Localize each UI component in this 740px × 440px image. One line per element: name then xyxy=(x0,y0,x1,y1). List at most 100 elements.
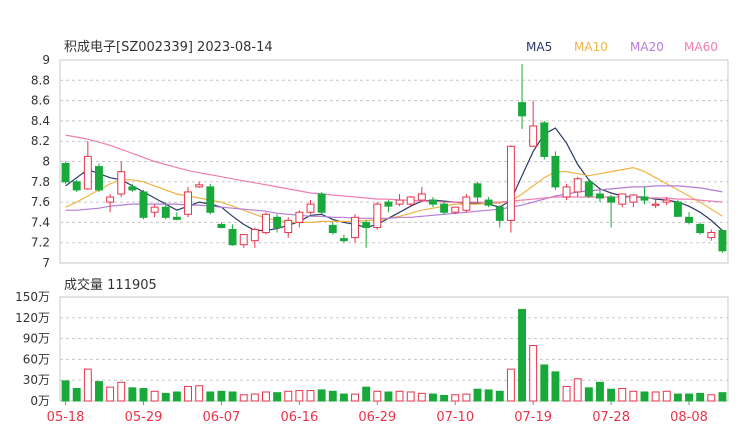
candle-body xyxy=(707,232,716,239)
volume-bar xyxy=(451,394,460,402)
candle xyxy=(195,181,204,188)
candle xyxy=(351,214,359,243)
candle-body xyxy=(61,163,70,183)
chart-title: 积成电子[SZ002339] 2023-08-14 xyxy=(64,40,273,55)
volume-bar xyxy=(95,381,103,402)
x-tick-label: 08-08 xyxy=(670,410,708,425)
candle-body xyxy=(484,199,493,206)
candle xyxy=(473,181,482,203)
candle-body xyxy=(384,201,393,207)
volume-bar xyxy=(150,390,159,402)
volume-tick-label: 90万 xyxy=(23,332,50,346)
volume-bar xyxy=(373,390,382,402)
candle-body xyxy=(718,230,727,252)
candle-body xyxy=(473,183,482,198)
candle-body xyxy=(495,206,504,221)
candle-body xyxy=(239,234,248,246)
candle xyxy=(228,224,237,246)
candle-body xyxy=(562,186,571,198)
candle xyxy=(328,222,337,235)
candle xyxy=(139,189,148,220)
candle xyxy=(184,186,192,218)
volume-tick-label: 120万 xyxy=(15,311,50,325)
volume-bar xyxy=(384,391,393,402)
candle xyxy=(172,212,181,221)
candle-body xyxy=(317,193,326,213)
candle-body xyxy=(328,224,337,234)
volume-bar xyxy=(551,371,560,402)
candle xyxy=(462,193,471,213)
volume-bar xyxy=(473,388,482,402)
volume-bar xyxy=(83,368,92,402)
candle-body xyxy=(673,201,682,217)
legend-ma60: MA60 xyxy=(684,40,718,54)
volume-bar xyxy=(106,386,115,402)
volume-bar xyxy=(651,391,660,402)
volume-bar xyxy=(584,387,593,402)
candle xyxy=(395,193,404,207)
candle-body xyxy=(596,193,604,199)
candle xyxy=(673,200,682,218)
x-tick-label: 07-19 xyxy=(514,410,552,425)
volume-bar xyxy=(362,386,371,402)
volume-bars xyxy=(61,308,727,402)
price-tick-label: 9 xyxy=(42,53,50,67)
candle xyxy=(317,191,326,215)
candle-body xyxy=(161,206,170,218)
volume-bar xyxy=(273,392,282,402)
candle xyxy=(685,212,693,225)
candle xyxy=(362,220,371,248)
volume-bar xyxy=(495,390,504,402)
price-tick-label: 7 xyxy=(42,256,50,270)
candle-body xyxy=(250,229,259,242)
volume-bar xyxy=(506,368,515,402)
volume-bar xyxy=(195,385,204,402)
candle-body xyxy=(262,213,270,234)
candle xyxy=(284,217,293,238)
volume-tick-label: 150万 xyxy=(15,290,50,304)
x-tick-label: 06-16 xyxy=(280,410,318,425)
candle xyxy=(440,202,449,215)
candle xyxy=(707,229,716,241)
legend-ma10: MA10 xyxy=(574,40,608,54)
candle-body xyxy=(607,196,616,203)
stock-chart: 积成电子[SZ002339] 2023-08-14 MA5 MA10 MA20 MA6… xyxy=(0,0,740,440)
volume-bar xyxy=(395,390,404,402)
candle xyxy=(718,229,727,253)
volume-bar xyxy=(540,364,549,402)
price-tick-label: 7.2 xyxy=(31,236,50,250)
x-tick-label: 05-29 xyxy=(125,410,163,425)
volume-bar xyxy=(328,390,337,402)
candle xyxy=(540,120,549,160)
candle-body xyxy=(295,211,304,223)
candle-body xyxy=(95,166,103,191)
candle-body xyxy=(685,216,693,223)
candle-body xyxy=(172,216,181,220)
volume-bar xyxy=(306,390,315,402)
candle-body xyxy=(217,223,226,228)
volume-bar xyxy=(339,393,348,402)
candle-body xyxy=(106,196,115,203)
volume-bar xyxy=(417,392,426,402)
ma-line-ma60 xyxy=(65,134,723,203)
candle-body xyxy=(395,199,404,205)
volume-bar xyxy=(250,393,259,402)
chart-canvas: 积成电子[SZ002339] 2023-08-14 MA5 MA10 MA20 MA6… xyxy=(15,40,729,425)
volume-bar xyxy=(484,389,493,402)
candle-body xyxy=(696,223,705,234)
volume-label: 成交量 111905 xyxy=(64,277,157,293)
volume-bar xyxy=(462,393,471,402)
candle-body xyxy=(640,196,649,201)
volume-tick-label: 60万 xyxy=(23,352,50,366)
legend-ma5: MA5 xyxy=(526,40,552,54)
candle xyxy=(106,193,115,213)
volume-grid xyxy=(59,296,729,402)
volume-bar xyxy=(139,388,148,402)
volume-bar xyxy=(172,391,181,402)
candle-body xyxy=(429,199,437,205)
volume-bar xyxy=(217,390,226,402)
volume-bar xyxy=(440,394,449,402)
candle xyxy=(373,202,382,230)
candle-body xyxy=(629,194,638,203)
price-tick-label: 7.6 xyxy=(31,195,50,209)
